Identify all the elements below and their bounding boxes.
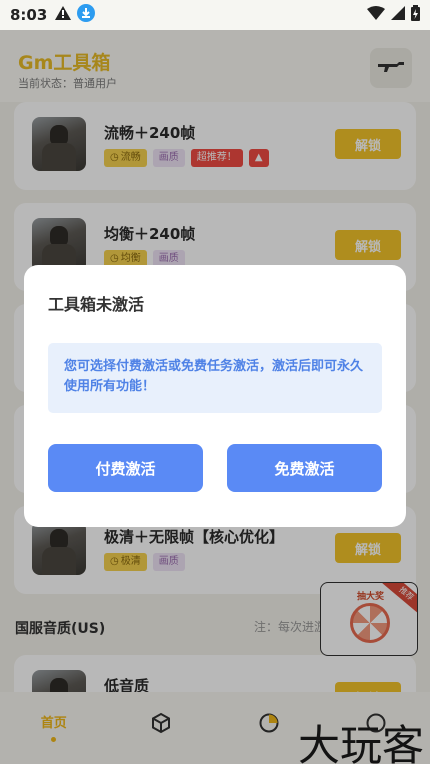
dialog-title: 工具箱未激活 <box>48 295 145 314</box>
activation-dialog: 工具箱未激活 您可选择付费激活或免费任务激活，激活后即可永久使用所有功能！ 付费… <box>24 265 406 527</box>
dialog-message: 您可选择付费激活或免费任务激活，激活后即可永久使用所有功能！ <box>48 343 382 413</box>
status-bar: 8:03 <box>0 0 430 30</box>
paid-activate-button[interactable]: 付费激活 <box>48 444 203 492</box>
signal-icon <box>391 6 405 24</box>
status-time: 8:03 <box>10 6 48 24</box>
download-icon <box>77 4 96 26</box>
warning-icon <box>55 6 72 24</box>
wifi-icon <box>367 6 385 24</box>
battery-icon <box>411 5 420 25</box>
free-activate-button[interactable]: 免费激活 <box>227 444 382 492</box>
